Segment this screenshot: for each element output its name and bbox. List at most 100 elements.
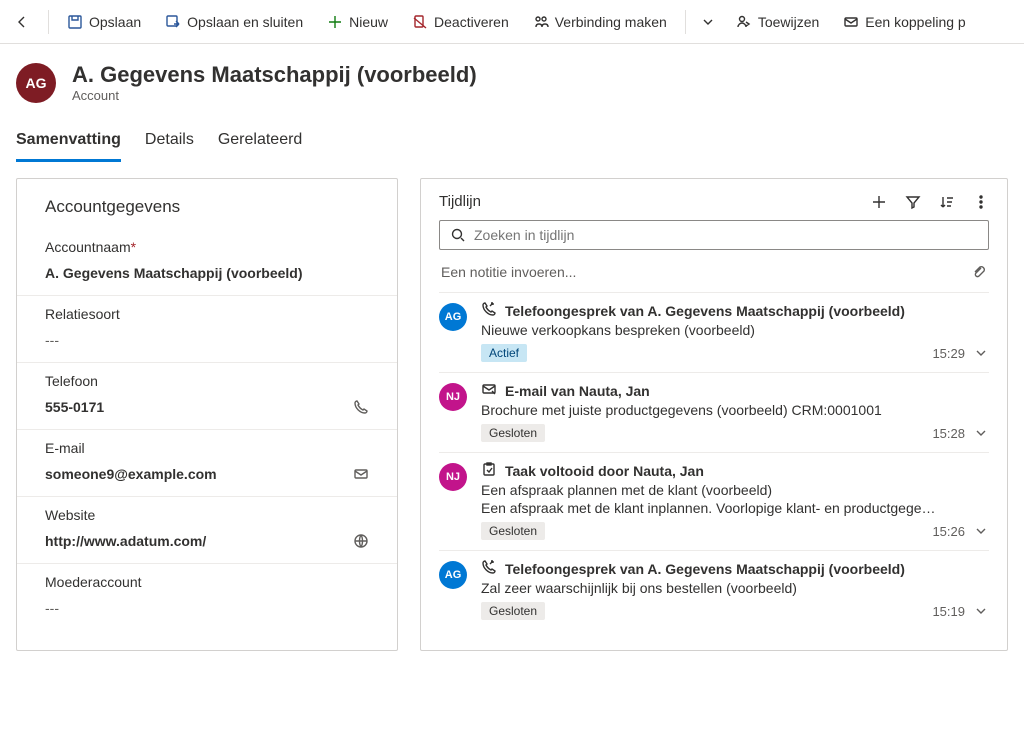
deactivate-button[interactable]: Deactiveren (402, 10, 519, 34)
activity-title: Telefoongesprek van A. Gegevens Maatscha… (505, 303, 905, 319)
avatar: NJ (439, 383, 467, 411)
field-value: --- (45, 600, 369, 616)
new-label: Nieuw (349, 14, 388, 30)
more-dropdown[interactable] (694, 10, 722, 34)
chevron-down-icon[interactable] (973, 345, 989, 361)
phone-icon[interactable] (353, 399, 369, 415)
back-button[interactable] (8, 8, 36, 36)
mail-icon[interactable] (353, 466, 369, 482)
timeline-item[interactable]: AG Telefoongesprek van A. Gegevens Maats… (439, 550, 989, 630)
assign-icon (736, 14, 752, 30)
save-button[interactable]: Opslaan (57, 10, 151, 34)
timeline-search[interactable] (439, 220, 989, 250)
section-title: Accountgegevens (17, 197, 397, 229)
chevron-down-icon[interactable] (973, 425, 989, 441)
field-label: Website (45, 507, 369, 523)
field-value: --- (45, 332, 369, 348)
record-header: AG A. Gegevens Maatschappij (voorbeeld) … (0, 44, 1024, 111)
timeline-item[interactable]: AG Telefoongesprek van A. Gegevens Maats… (439, 292, 989, 372)
timeline-item[interactable]: NJ Taak voltooid door Nauta, Jan Een afs… (439, 452, 989, 550)
mail-icon (481, 381, 497, 400)
field-phone[interactable]: Telefoon 555-0171 (17, 363, 397, 430)
command-bar: Opslaan Opslaan en sluiten Nieuw Deactiv… (0, 0, 1024, 44)
status-badge: Gesloten (481, 602, 545, 620)
save-close-icon (165, 14, 181, 30)
more-icon[interactable] (973, 194, 989, 210)
activity-time: 15:26 (932, 523, 989, 539)
activity-title: E-mail van Nauta, Jan (505, 383, 650, 399)
link-button[interactable]: Een koppeling p (833, 10, 975, 34)
activity-desc: Een afspraak plannen met de klant (voorb… (481, 482, 989, 498)
field-account-name[interactable]: Accountnaam* A. Gegevens Maatschappij (v… (17, 229, 397, 296)
note-placeholder: Een notitie invoeren... (441, 264, 576, 280)
tab-details[interactable]: Details (145, 123, 194, 162)
activity-desc2: Een afspraak met de klant inplannen. Voo… (481, 500, 989, 516)
field-website[interactable]: Website http://www.adatum.com/ (17, 497, 397, 564)
page-title: A. Gegevens Maatschappij (voorbeeld) (72, 62, 477, 88)
assign-button[interactable]: Toewijzen (726, 10, 829, 34)
record-type: Account (72, 88, 477, 103)
field-email[interactable]: E-mail someone9@example.com (17, 430, 397, 497)
field-value: someone9@example.com (45, 466, 217, 482)
phone-icon (481, 559, 497, 578)
connect-icon (533, 14, 549, 30)
status-badge: Actief (481, 344, 527, 362)
avatar: AG (439, 561, 467, 589)
sort-icon[interactable] (939, 194, 955, 210)
status-badge: Gesloten (481, 522, 545, 540)
field-value: 555-0171 (45, 399, 104, 415)
tab-related[interactable]: Gerelateerd (218, 123, 303, 162)
activity-desc: Nieuwe verkoopkans bespreken (voorbeeld) (481, 322, 989, 338)
field-label: Relatiesoort (45, 306, 369, 322)
chevron-down-icon[interactable] (973, 603, 989, 619)
save-icon (67, 14, 83, 30)
activity-time: 15:29 (932, 345, 989, 361)
field-value: http://www.adatum.com/ (45, 533, 206, 549)
deactivate-icon (412, 14, 428, 30)
activity-desc: Zal zeer waarschijnlijk bij ons bestelle… (481, 580, 989, 596)
arrow-left-icon (14, 14, 30, 30)
content-area: Accountgegevens Accountnaam* A. Gegevens… (0, 162, 1024, 667)
connect-label: Verbinding maken (555, 14, 667, 30)
search-input[interactable] (474, 227, 978, 243)
phone-icon (481, 301, 497, 320)
save-close-button[interactable]: Opslaan en sluiten (155, 10, 313, 34)
timeline-list: AG Telefoongesprek van A. Gegevens Maats… (439, 292, 989, 630)
tab-bar: Samenvatting Details Gerelateerd (0, 123, 1024, 162)
save-label: Opslaan (89, 14, 141, 30)
avatar: NJ (439, 463, 467, 491)
field-label: Moederaccount (45, 574, 369, 590)
save-close-label: Opslaan en sluiten (187, 14, 303, 30)
task-icon (481, 461, 497, 480)
separator (48, 10, 49, 34)
activity-time: 15:28 (932, 425, 989, 441)
search-icon (450, 227, 466, 243)
avatar: AG (439, 303, 467, 331)
activity-title: Taak voltooid door Nauta, Jan (505, 463, 704, 479)
connect-button[interactable]: Verbinding maken (523, 10, 677, 34)
activity-desc: Brochure met juiste productgegevens (voo… (481, 402, 989, 418)
account-details-panel: Accountgegevens Accountnaam* A. Gegevens… (16, 178, 398, 651)
new-button[interactable]: Nieuw (317, 10, 398, 34)
globe-icon[interactable] (353, 533, 369, 549)
tab-summary[interactable]: Samenvatting (16, 123, 121, 162)
field-relation-type[interactable]: Relatiesoort --- (17, 296, 397, 363)
field-parent-account[interactable]: Moederaccount --- (17, 564, 397, 630)
chevron-down-icon (700, 14, 716, 30)
activity-title: Telefoongesprek van A. Gegevens Maatscha… (505, 561, 905, 577)
field-label: E-mail (45, 440, 369, 456)
separator (685, 10, 686, 34)
assign-label: Toewijzen (758, 14, 819, 30)
filter-icon[interactable] (905, 194, 921, 210)
account-avatar: AG (16, 63, 56, 103)
activity-time: 15:19 (932, 603, 989, 619)
timeline-item[interactable]: NJ E-mail van Nauta, Jan Brochure met ju… (439, 372, 989, 452)
add-icon[interactable] (871, 194, 887, 210)
status-badge: Gesloten (481, 424, 545, 442)
field-label: Accountnaam* (45, 239, 369, 255)
attachment-icon[interactable] (971, 264, 987, 280)
note-input-row[interactable]: Een notitie invoeren... (439, 260, 989, 292)
deactivate-label: Deactiveren (434, 14, 509, 30)
link-label: Een koppeling p (865, 14, 965, 30)
chevron-down-icon[interactable] (973, 523, 989, 539)
